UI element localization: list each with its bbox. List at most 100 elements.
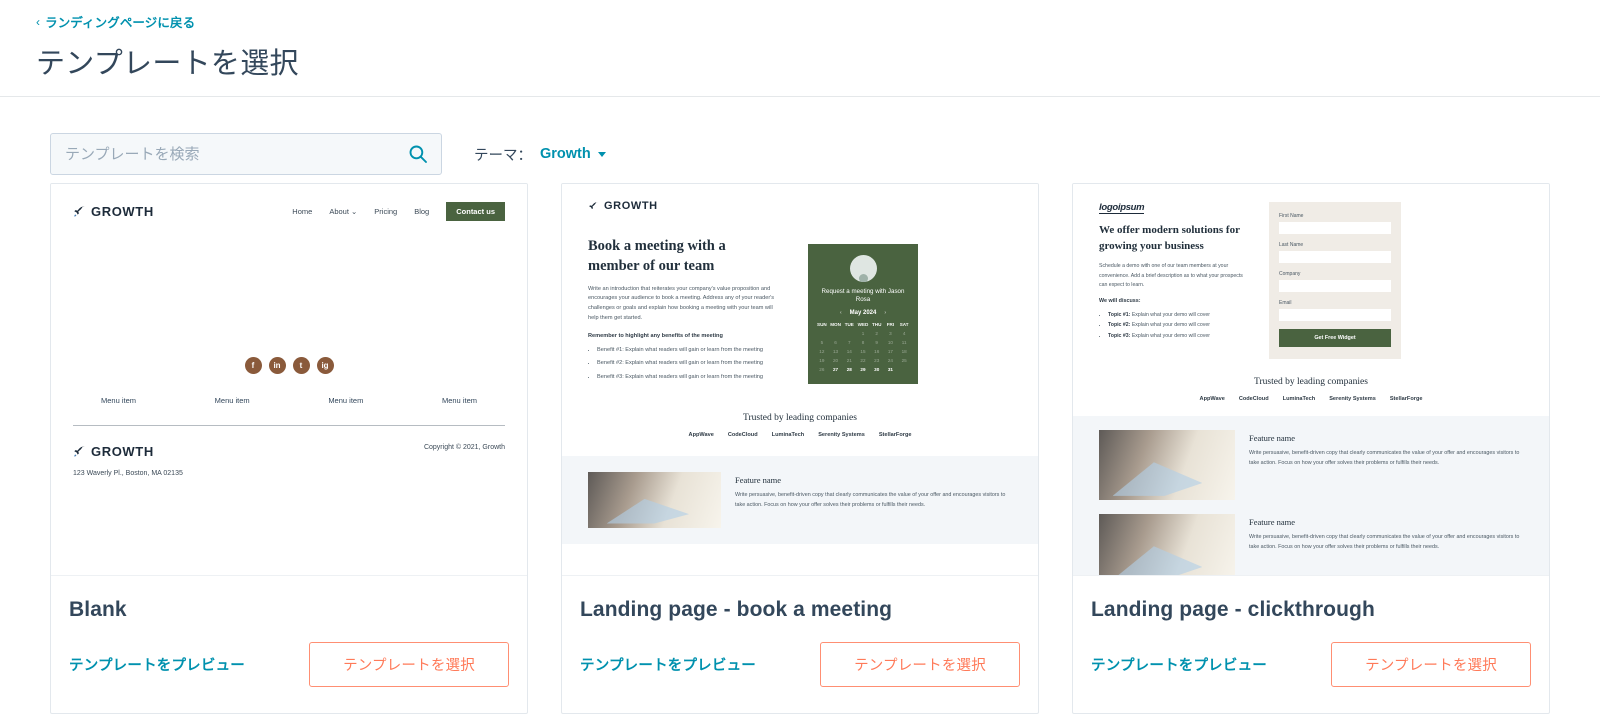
logo-stellarforge: StellarForge [878, 431, 912, 438]
feature-image [588, 471, 721, 528]
calendar-day-empty [829, 331, 843, 336]
calendar-day[interactable]: 4 [897, 331, 911, 336]
select-template-button[interactable]: テンプレートを選択 [820, 642, 1020, 687]
topic-text: Explain what your demo will cover [1130, 312, 1210, 319]
topic-item: Topic #3: Explain what your demo will co… [1108, 331, 1247, 341]
calendar-day[interactable]: 14 [842, 349, 856, 354]
template-card-book-a-meeting: GROWTH Book a meeting with a member of o… [561, 183, 1039, 714]
footer-menu-item[interactable]: Menu item [442, 396, 477, 405]
card-actions: テンプレートをプレビュー テンプレートを選択 [69, 642, 509, 687]
nav-contact-us-button[interactable]: Contact us [446, 202, 505, 221]
calendar-day[interactable]: 18 [897, 349, 911, 354]
calendar-day[interactable]: 19 [815, 358, 829, 363]
first-name-field[interactable] [1279, 222, 1391, 234]
calendar-day[interactable]: 30 [870, 367, 884, 372]
prev-month-icon[interactable]: ‹ [840, 310, 842, 316]
footer-divider [73, 425, 505, 426]
template-title: Landing page - book a meeting [580, 598, 893, 621]
topic-label: Topic #3: [1108, 332, 1131, 339]
calendar-day[interactable]: 5 [815, 340, 829, 345]
calendar-day-empty [815, 331, 829, 336]
last-name-field[interactable] [1279, 251, 1391, 263]
email-label: Email [1279, 300, 1292, 306]
email-field[interactable] [1279, 309, 1391, 321]
nav-item-pricing[interactable]: Pricing [374, 207, 397, 216]
meeting-calendar-widget[interactable]: Request a meeting with Jason Rosa ‹ May … [808, 243, 918, 385]
growth-logo: GROWTH [73, 204, 154, 219]
calendar-day[interactable]: 12 [815, 349, 829, 354]
logo-luminatech: LuminaTech [771, 431, 805, 438]
nav-item-blog[interactable]: Blog [414, 207, 429, 216]
calendar-day[interactable]: 21 [842, 358, 856, 363]
calendar-day[interactable]: 3 [884, 331, 898, 336]
feature-paragraph: Write persuasive, benefit-driven copy th… [1249, 450, 1520, 466]
calendar-day[interactable]: 23 [870, 358, 884, 363]
template-preview-blank[interactable]: GROWTH Home About ⌄ Pricing Blog Contact… [51, 184, 527, 576]
calendar-dow: MON [830, 322, 841, 328]
calendar-day[interactable]: 26 [815, 367, 829, 372]
calendar-day[interactable]: 22 [856, 358, 870, 363]
footer-menu-item[interactable]: Menu item [328, 396, 363, 405]
calendar-day[interactable]: 15 [856, 349, 870, 354]
instagram-icon[interactable]: ig [316, 357, 334, 374]
select-template-button[interactable]: テンプレートを選択 [309, 642, 509, 687]
card-footer: Landing page - book a meeting テンプレートをプレビ… [562, 576, 1038, 713]
preview-template-link[interactable]: テンプレートをプレビュー [69, 654, 245, 675]
calendar-day[interactable]: 16 [870, 349, 884, 354]
calendar-day[interactable]: 29 [856, 367, 870, 372]
nav-item-home[interactable]: Home [292, 207, 312, 216]
footer-menu-item[interactable]: Menu item [215, 396, 250, 405]
twitter-icon[interactable]: t [292, 357, 310, 374]
hero-heading: Book a meeting with a member of our team [588, 237, 726, 274]
calendar-grid[interactable]: SUN MON TUE WED THU FRI SAT 1 2 3 4 5 6 7 8 9 10 11 12 13 14… [815, 322, 911, 372]
company-field[interactable] [1279, 280, 1391, 292]
calendar-day[interactable]: 31 [884, 367, 898, 372]
template-preview-book-a-meeting[interactable]: GROWTH Book a meeting with a member of o… [562, 184, 1038, 576]
search-box[interactable] [50, 133, 442, 175]
footer-copyright: Copyright © 2021, Growth [423, 444, 505, 451]
calendar-day[interactable]: 7 [842, 340, 856, 345]
calendar-day[interactable]: 17 [884, 349, 898, 354]
calendar-day[interactable]: 27 [829, 367, 843, 372]
linkedin-icon[interactable]: in [268, 357, 286, 374]
nav-item-about[interactable]: About ⌄ [329, 207, 357, 216]
growth-logo: GROWTH [588, 200, 658, 212]
toolbar: テーマ： Growth [0, 97, 1600, 183]
get-free-widget-button[interactable]: Get Free Widget [1279, 329, 1391, 347]
calendar-day[interactable]: 24 [884, 358, 898, 363]
calendar-day[interactable]: 10 [884, 340, 898, 345]
search-icon[interactable] [408, 144, 428, 164]
topic-text: Explain what your demo will cover [1130, 332, 1210, 339]
template-preview-clickthrough[interactable]: logoipsum We offer modern solutions for … [1073, 184, 1549, 576]
calendar-day[interactable]: 9 [870, 340, 884, 345]
calendar-day[interactable]: 2 [870, 331, 884, 336]
calendar-day[interactable]: 25 [897, 358, 911, 363]
back-to-landing-pages-link[interactable]: ‹ ランディングページに戻る [36, 12, 195, 31]
calendar-day[interactable]: 1 [856, 331, 870, 336]
preview-template-link[interactable]: テンプレートをプレビュー [1091, 654, 1267, 675]
feature-section: Feature name Write persuasive, benefit-d… [562, 455, 1038, 544]
topics-lead: We will discuss: [1099, 298, 1141, 305]
calendar-day[interactable]: 13 [829, 349, 843, 354]
theme-filter-dropdown[interactable]: Growth [540, 146, 606, 162]
theme-filter-value: Growth [540, 146, 591, 162]
facebook-icon[interactable]: f [244, 357, 262, 374]
search-input[interactable] [51, 134, 441, 174]
features-section: Feature name Write persuasive, benefit-d… [1073, 416, 1549, 575]
footer-menu-item[interactable]: Menu item [101, 396, 136, 405]
preview-social-icons: f in t ig [73, 357, 505, 374]
page-header: ‹ ランディングページに戻る テンプレートを選択 [0, 0, 1600, 97]
select-template-button[interactable]: テンプレートを選択 [1331, 642, 1531, 687]
preview-template-link[interactable]: テンプレートをプレビュー [580, 654, 756, 675]
next-month-icon[interactable]: › [884, 310, 886, 316]
card-actions: テンプレートをプレビュー テンプレートを選択 [1091, 642, 1531, 687]
calendar-day[interactable]: 11 [897, 340, 911, 345]
preview-nav-menu: Home About ⌄ Pricing Blog Contact us [292, 202, 505, 221]
calendar-day-empty [897, 367, 911, 372]
calendar-day[interactable]: 8 [856, 340, 870, 345]
calendar-day[interactable]: 28 [842, 367, 856, 372]
feature-row: Feature name Write persuasive, benefit-d… [1099, 514, 1523, 575]
hero-heading: We offer modern solutions for growing yo… [1099, 224, 1240, 252]
calendar-day[interactable]: 6 [829, 340, 843, 345]
calendar-day[interactable]: 20 [829, 358, 843, 363]
